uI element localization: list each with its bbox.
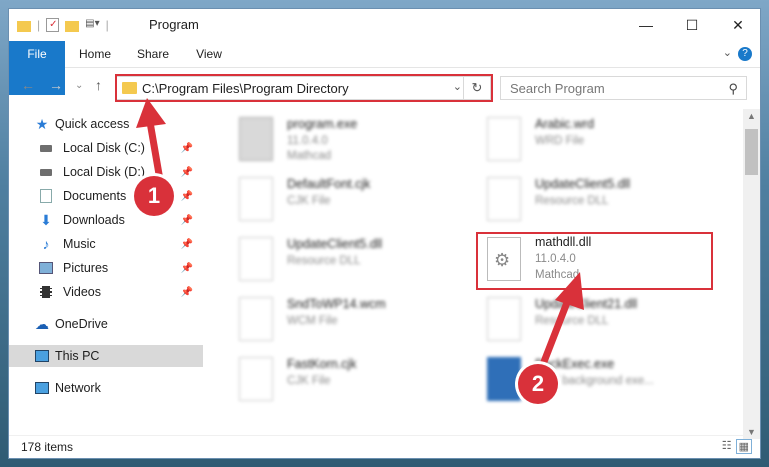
file-item[interactable]: Arabic.wrd WRD File — [487, 115, 707, 169]
sidebar-item-pictures[interactable]: Pictures 📌 — [9, 257, 203, 279]
pin-icon[interactable]: 📌 — [181, 191, 193, 202]
file-item[interactable]: UpdateClient5.dll Resource DLL — [487, 175, 707, 229]
pin-icon[interactable]: 📌 — [181, 287, 193, 298]
pin-icon[interactable]: 📌 — [181, 215, 193, 226]
folder-icon[interactable] — [17, 20, 31, 32]
sidebar-item-downloads[interactable]: ⬇ Downloads 📌 — [9, 209, 203, 231]
close-button[interactable]: ✕ — [715, 9, 760, 41]
sidebar-item-this-pc[interactable]: This PC — [9, 345, 203, 367]
pin-icon[interactable]: 📌 — [181, 167, 193, 178]
document-icon — [487, 117, 521, 161]
disk-icon — [39, 165, 53, 179]
maximize-button[interactable]: ☐ — [669, 9, 715, 41]
file-item[interactable]: program.exe 11.0.4.0 Mathcad — [239, 115, 459, 169]
download-icon: ⬇ — [40, 211, 52, 228]
customize-qat-icon[interactable]: ▤▾ — [85, 18, 99, 32]
status-bar: 178 items ☷ ▦ — [9, 435, 760, 458]
step-2-badge: 2 — [518, 364, 558, 404]
exe-icon — [239, 117, 273, 161]
document-icon — [239, 297, 273, 341]
tab-view[interactable]: View — [187, 41, 231, 67]
pin-icon[interactable]: 📌 — [181, 263, 193, 274]
sidebar-item-onedrive[interactable]: ☁ OneDrive — [9, 313, 203, 335]
file-item[interactable]: FastKorn.cjk CJK File — [239, 355, 459, 409]
ribbon-tabs: File Home Share View ? ⌄ — [9, 41, 760, 95]
file-highlight — [476, 232, 713, 290]
file-item[interactable]: SndToWP14.wcm WCM File — [239, 295, 459, 349]
large-icons-view-icon[interactable]: ▦ — [735, 439, 752, 454]
pin-icon[interactable]: 📌 — [181, 239, 193, 250]
sidebar-item-network[interactable]: Network — [9, 377, 203, 399]
pin-icon[interactable]: 📌 — [181, 143, 193, 154]
new-folder-icon[interactable] — [65, 20, 80, 32]
details-view-icon[interactable]: ☷ — [722, 439, 732, 454]
music-icon: ♪ — [42, 236, 50, 252]
videos-icon — [39, 285, 53, 299]
scroll-up-icon[interactable]: ▲ — [747, 111, 756, 121]
sidebar-item-videos[interactable]: Videos 📌 — [9, 281, 203, 303]
minimize-button[interactable]: — — [623, 9, 669, 41]
window-title: Program — [149, 17, 199, 32]
separator: | — [37, 18, 41, 32]
separator: | — [105, 18, 109, 32]
scroll-thumb[interactable] — [745, 129, 758, 175]
item-count: 178 items — [21, 440, 74, 454]
dll-gear-icon — [487, 177, 521, 221]
file-item[interactable]: UpdateClient21.dll Resource DLL — [487, 295, 707, 349]
navigation-bar: ← → ⌄ ↑ C:\Program Files\Program Directo… — [9, 73, 760, 103]
tab-home[interactable]: Home — [71, 41, 119, 67]
pictures-icon — [39, 261, 53, 275]
sidebar-item-music[interactable]: ♪ Music 📌 — [9, 233, 203, 255]
search-placeholder: Search Program — [510, 81, 605, 96]
dll-gear-icon — [487, 297, 521, 341]
document-icon — [239, 177, 273, 221]
address-highlight — [115, 74, 493, 102]
quick-access-toolbar: | ✓ ▤▾ | — [17, 18, 109, 32]
file-item[interactable]: DefaultFont.cjk CJK File — [239, 175, 459, 229]
step-1-badge: 1 — [134, 176, 174, 216]
cloud-icon: ☁ — [35, 315, 49, 332]
network-icon — [35, 381, 49, 395]
search-icon[interactable]: ⚲ — [728, 81, 738, 97]
recent-locations-icon[interactable]: ⌄ — [75, 80, 83, 91]
sidebar-item-local-disk-c[interactable]: Local Disk (C:) 📌 — [9, 137, 203, 159]
disk-icon — [39, 141, 53, 155]
vertical-scrollbar[interactable]: ▲ ▼ — [743, 109, 760, 439]
expand-ribbon-icon[interactable]: ⌄ — [723, 46, 732, 59]
documents-icon — [39, 189, 53, 203]
view-toggle: ☷ ▦ — [722, 439, 752, 454]
up-icon[interactable]: ↑ — [95, 77, 102, 93]
title-bar: | ✓ ▤▾ | Program — ☐ ✕ — [9, 9, 760, 41]
file-item[interactable]: UpdateClient5.dll Resource DLL — [239, 235, 459, 289]
navigation-pane: ★ Quick access Local Disk (C:) 📌 Local D… — [9, 109, 203, 439]
exe-icon — [487, 357, 521, 401]
back-icon[interactable]: ← — [21, 77, 35, 93]
tab-share[interactable]: Share — [129, 41, 177, 67]
star-icon: ★ — [35, 115, 49, 132]
explorer-window: | ✓ ▤▾ | Program — ☐ ✕ File Home Share V… — [8, 8, 761, 459]
sidebar-item-quick-access[interactable]: ★ Quick access — [9, 113, 203, 135]
help-icon[interactable]: ? — [738, 47, 752, 61]
forward-icon[interactable]: → — [49, 77, 63, 93]
document-icon — [239, 357, 273, 401]
search-input[interactable]: Search Program ⚲ — [500, 76, 747, 100]
sidebar-item-local-disk-d[interactable]: Local Disk (D:) 📌 — [9, 161, 203, 183]
computer-icon — [35, 349, 49, 363]
dll-gear-icon — [239, 237, 273, 281]
properties-icon[interactable]: ✓ — [46, 18, 60, 32]
